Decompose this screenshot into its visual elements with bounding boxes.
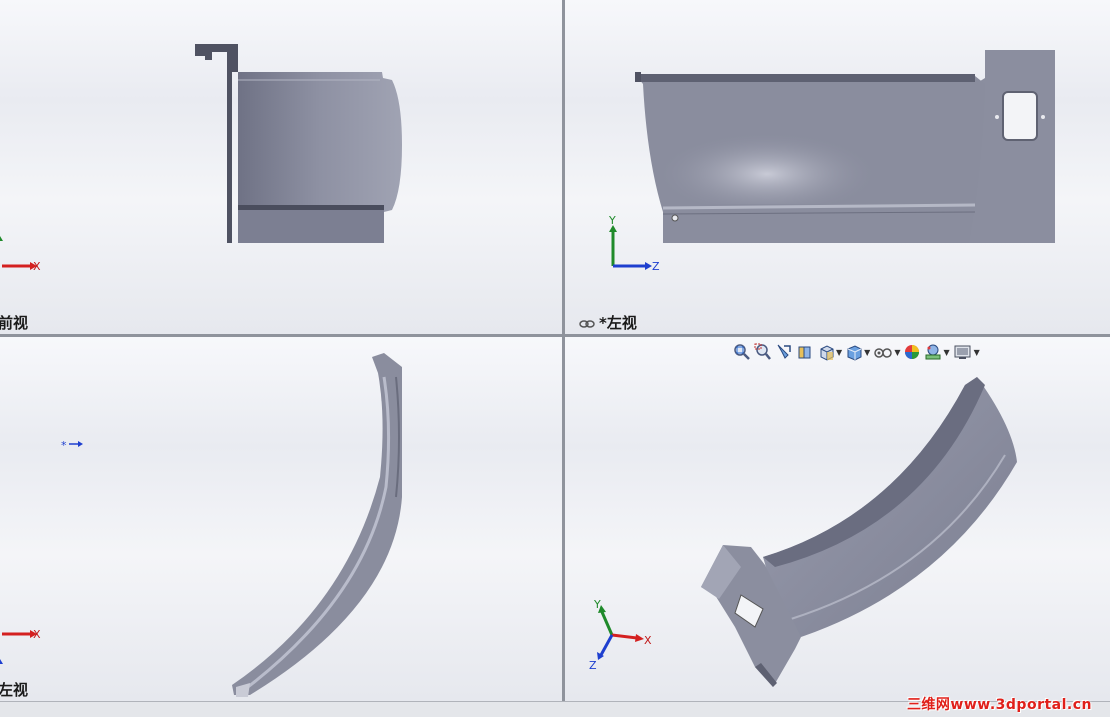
chevron-down-icon: ▼ [894,347,901,357]
axis-z-label: Z [652,260,660,273]
viewport-label-front: 前视 [0,314,29,332]
view-settings-button[interactable]: ▼ [953,342,980,362]
display-style-icon [847,345,862,361]
axis-z-label: Z [589,659,597,672]
view-orientation-button[interactable]: ▼ [817,342,842,362]
axis-triad [0,630,37,664]
view-toolbar: ▼ ▼ ▼ ▼ ▼ [733,342,980,362]
zoom-to-area-button[interactable] [754,342,772,362]
origin-marker-icon: * [61,439,83,452]
viewport-label-left: *左视 [579,312,637,333]
viewport-front[interactable]: X 前视 [0,0,562,334]
watermark: 三维网www.3dportal.cn [906,697,1092,713]
left-view-model[interactable]: Y Z [565,0,1110,334]
axis-x-label: X [644,634,652,647]
chevron-down-icon: ▼ [864,347,871,357]
isometric-view-model[interactable]: Y X Z [565,337,1110,701]
viewport-label-left-text: *左视 [599,314,637,332]
svg-text:*: * [61,439,67,452]
zoom-to-fit-button[interactable] [733,342,751,362]
hide-show-items-icon [874,348,893,358]
axis-x-label: X [33,628,41,641]
apply-scene-button[interactable]: ▼ [924,342,950,362]
section-view-icon [798,346,811,359]
front-view-model[interactable]: X [0,0,562,334]
zoom-to-area-icon [754,343,771,360]
axis-triad [0,236,37,270]
axis-y-label: Y [608,214,616,227]
hide-show-items-button[interactable]: ▼ [873,342,900,362]
previous-view-button[interactable] [775,342,793,362]
top-view-model[interactable]: * X [0,337,562,701]
display-style-button[interactable]: ▼ [845,342,870,362]
viewport-label-top: 左视 [0,681,29,699]
zoom-to-fit-icon [734,344,750,360]
axis-y-label: Y [593,598,601,611]
section-view-button[interactable] [796,342,814,362]
chevron-down-icon: ▼ [943,347,950,357]
chevron-down-icon: ▼ [973,347,980,357]
apply-scene-icon [925,344,941,360]
edit-appearance-icon [905,345,920,359]
view-orientation-icon [820,345,834,361]
edit-appearance-button[interactable] [903,342,921,362]
viewport-left[interactable]: Y Z *左视 [565,0,1110,334]
link-icon [579,319,595,328]
viewport-top[interactable]: * X 左视 [0,337,562,701]
view-settings-icon [954,345,971,359]
axis-triad [597,605,644,660]
axis-x-label: X [33,260,41,273]
axis-triad [609,225,652,270]
chevron-down-icon: ▼ [836,347,843,357]
previous-view-icon [777,344,791,359]
viewport-isometric[interactable]: Y X Z [565,337,1110,701]
